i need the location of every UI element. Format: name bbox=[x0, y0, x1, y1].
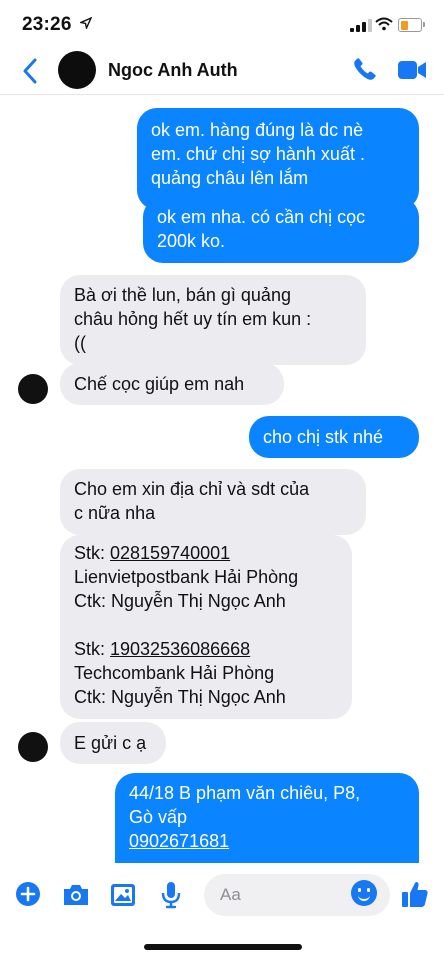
phone-number-link[interactable]: 0902671681 bbox=[129, 829, 405, 853]
account-owner-1: Ctk: Nguyễn Thị Ngọc Anh bbox=[74, 591, 286, 611]
phone-icon[interactable] bbox=[352, 56, 378, 82]
message-input-placeholder: Aa bbox=[220, 885, 241, 904]
bank-name-2: Techcombank Hải Phòng bbox=[74, 663, 275, 683]
account-owner-2: Ctk: Nguyễn Thị Ngọc Anh bbox=[74, 687, 286, 707]
message-line: Cho em xin địa chỉ và sdt của bbox=[74, 479, 310, 499]
back-chevron-icon[interactable] bbox=[22, 58, 38, 84]
message-bubble[interactable]: cho chị stk nhé bbox=[249, 416, 419, 458]
bank-details-bubble[interactable]: Stk: 028159740001 Lienvietpostbank Hải P… bbox=[60, 535, 352, 719]
emoji-icon[interactable] bbox=[351, 880, 377, 906]
photo-icon[interactable] bbox=[110, 883, 136, 907]
message-bubble[interactable]: Chế cọc giúp em nah bbox=[60, 363, 284, 405]
contact-avatar[interactable] bbox=[58, 51, 96, 89]
account-line-2: Stk: 19032536086668 bbox=[74, 637, 338, 661]
microphone-icon[interactable] bbox=[161, 881, 181, 909]
account-number-2[interactable]: 19032536086668 bbox=[110, 639, 250, 659]
message-line: Chế cọc giúp em nah bbox=[74, 374, 245, 394]
account-line-1: Stk: 028159740001 bbox=[74, 541, 338, 565]
location-arrow-icon bbox=[80, 17, 92, 29]
message-line: châu hỏng hết uy tín em kun : bbox=[74, 309, 312, 329]
status-bar: 23:26 bbox=[0, 0, 444, 48]
message-line: E gửi c ạ bbox=[74, 733, 147, 753]
sender-avatar[interactable] bbox=[18, 732, 48, 762]
message-line: (( bbox=[74, 333, 86, 353]
message-bubble[interactable]: ok em nha. có cần chị cọc 200k ko. bbox=[143, 197, 419, 263]
message-line: 44/18 B phạm văn chiêu, P8, bbox=[129, 783, 361, 803]
message-line: Gò vấp bbox=[129, 807, 188, 827]
contact-name[interactable]: Ngoc Anh Auth bbox=[108, 60, 238, 81]
thumbs-up-icon[interactable] bbox=[400, 879, 430, 909]
home-indicator[interactable] bbox=[144, 944, 302, 950]
account-number-1[interactable]: 028159740001 bbox=[110, 543, 230, 563]
address-bubble[interactable]: 44/18 B phạm văn chiêu, P8, Gò vấp 09026… bbox=[115, 773, 419, 863]
message-line: quảng châu lên lắm bbox=[151, 168, 309, 188]
video-camera-icon[interactable] bbox=[397, 59, 427, 81]
message-line: c nữa nha bbox=[74, 503, 156, 523]
status-time: 23:26 bbox=[22, 14, 72, 35]
message-line: ok em nha. có cần chị cọc bbox=[157, 207, 366, 227]
bank-name-1: Lienvietpostbank Hải Phòng bbox=[74, 567, 299, 587]
camera-icon[interactable] bbox=[62, 883, 90, 907]
battery-icon bbox=[398, 18, 425, 32]
message-composer: Aa bbox=[0, 868, 444, 924]
message-thread: ok em. hàng đúng là dc nè em. chứ chị sợ… bbox=[0, 95, 444, 865]
stk-label: Stk: bbox=[74, 639, 111, 659]
plus-icon[interactable] bbox=[15, 881, 41, 907]
message-line: ok em. hàng đúng là dc nè bbox=[151, 120, 364, 140]
message-line: cho chị stk nhé bbox=[263, 427, 384, 447]
message-bubble[interactable]: Cho em xin địa chỉ và sdt của c nữa nha bbox=[60, 469, 366, 535]
cell-signal-icon bbox=[350, 18, 372, 32]
message-line: Bà ơi thề lun, bán gì quảng bbox=[74, 285, 291, 305]
message-bubble[interactable]: Bà ơi thề lun, bán gì quảng châu hỏng hế… bbox=[60, 275, 366, 365]
message-line: em. chứ chị sợ hành xuất . bbox=[151, 144, 365, 164]
sender-avatar[interactable] bbox=[18, 374, 48, 404]
message-bubble[interactable]: E gửi c ạ bbox=[60, 722, 166, 764]
stk-label: Stk: bbox=[74, 543, 111, 563]
message-bubble[interactable]: ok em. hàng đúng là dc nè em. chứ chị sợ… bbox=[137, 108, 419, 210]
message-line: 200k ko. bbox=[157, 231, 226, 251]
wifi-icon bbox=[375, 17, 393, 31]
conversation-header: Ngoc Anh Auth bbox=[0, 48, 444, 95]
